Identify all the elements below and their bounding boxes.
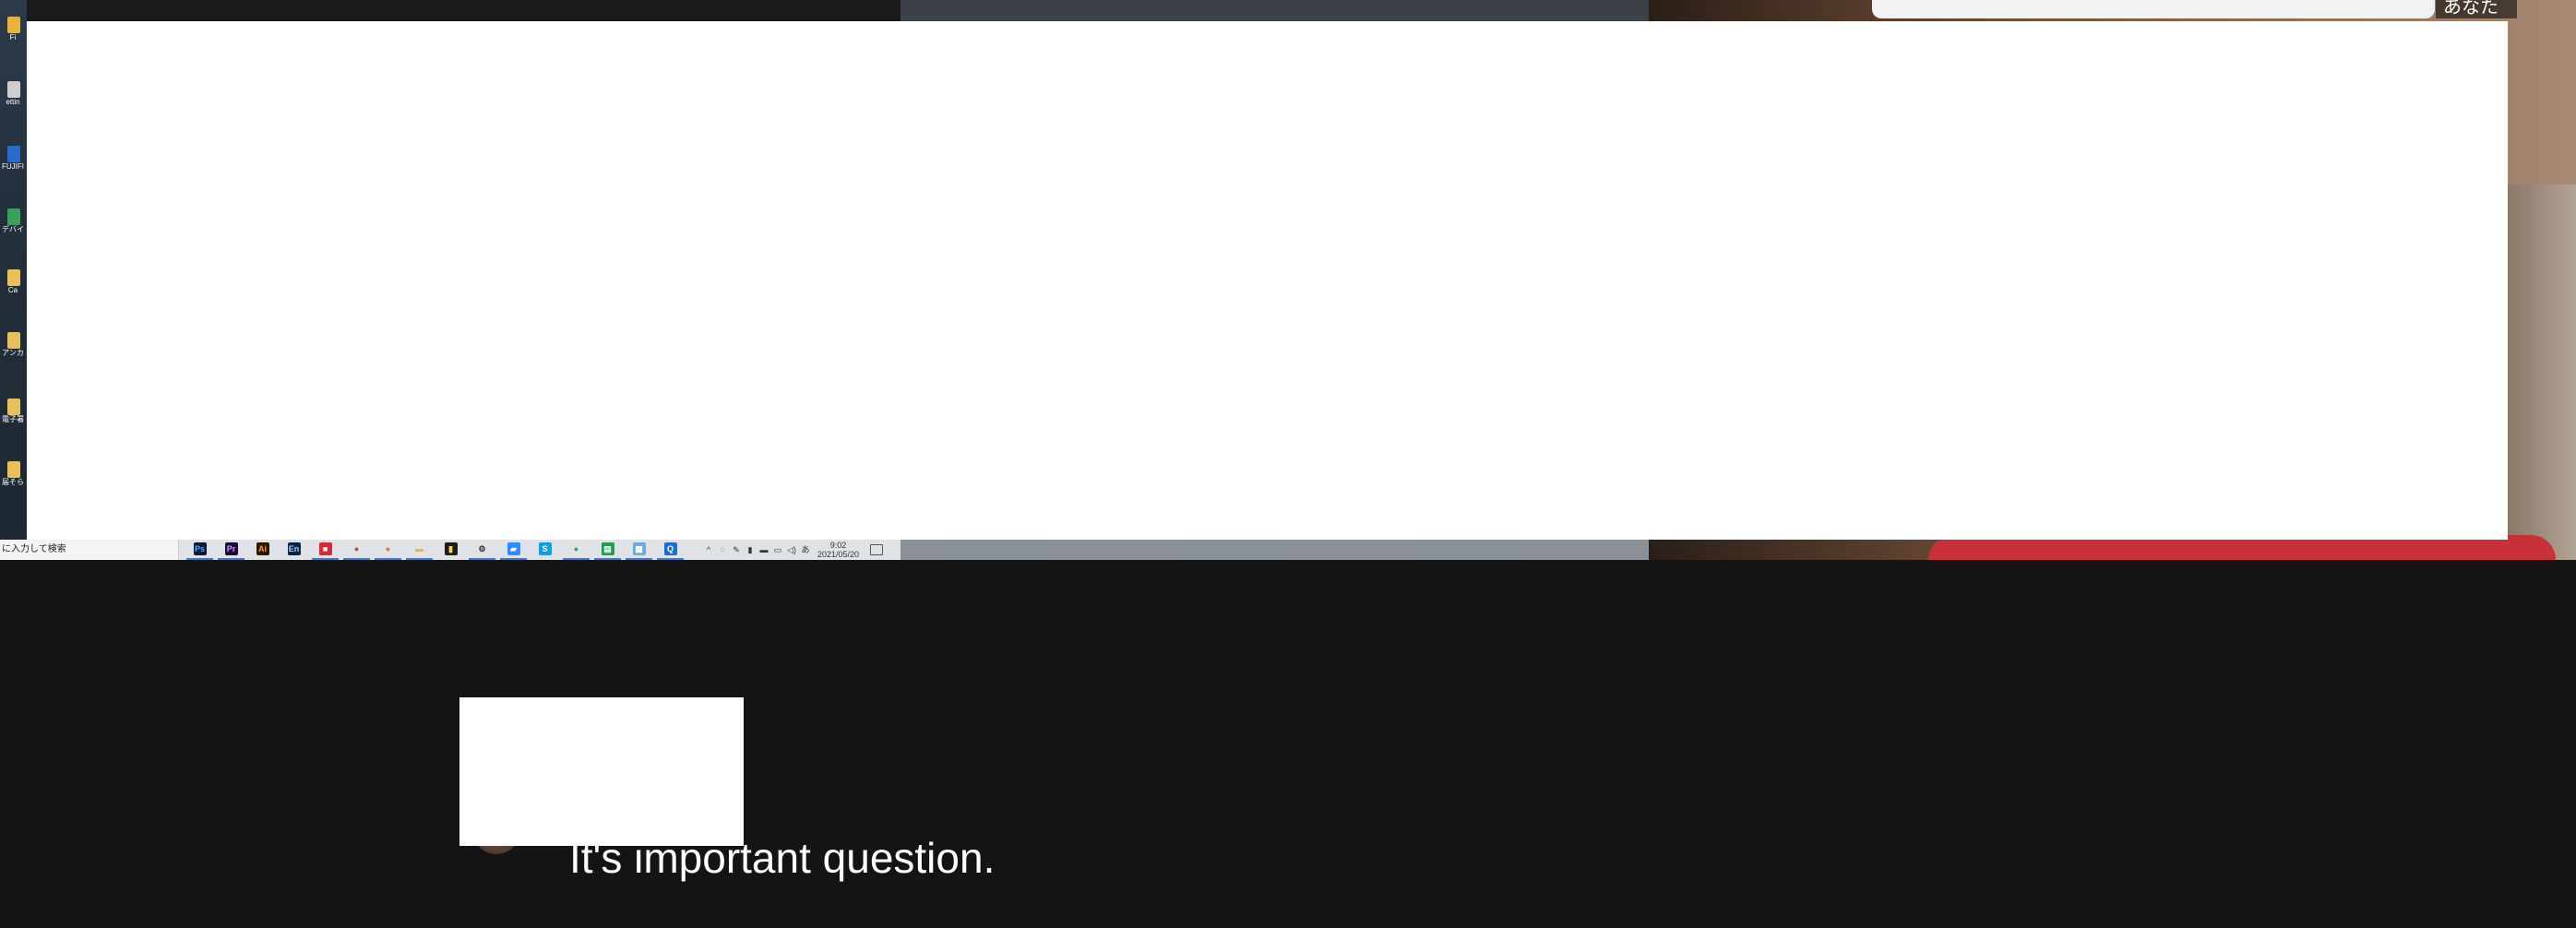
desktop-app-icon-0[interactable]: Fi	[2, 17, 24, 42]
taskbar-firefox-icon[interactable]: ●	[375, 540, 401, 560]
tray-icon[interactable]: ▬	[759, 544, 769, 555]
photoshop-icon: Ps	[193, 542, 207, 555]
redacted-overlay	[27, 21, 2508, 540]
skype-icon: S	[538, 542, 552, 555]
settings-icon	[7, 81, 20, 98]
zoom-icon: ▰	[507, 542, 520, 555]
caption-text: It's important question.	[569, 834, 996, 882]
desktop-icon-column: Fi ettin FUJIFI Album デバイス Ca アンカ電子署名 - ショ届そら	[0, 0, 27, 560]
tray-icon[interactable]: ▭	[773, 544, 782, 555]
taskbar-chrome-icon-2[interactable]: ●	[563, 540, 590, 560]
taskbar-illustrator-icon[interactable]: Ai	[249, 540, 276, 560]
taskbar-encoder-icon[interactable]: En	[280, 540, 307, 560]
folder-icon	[7, 399, 20, 415]
file-explorer-icon: ▬	[412, 542, 426, 555]
encoder-icon: En	[287, 542, 301, 555]
taskbar-photoshop-icon[interactable]: Ps	[186, 540, 213, 560]
gear-icon: ⚙	[475, 542, 489, 555]
desktop-icon-label: Ca	[7, 286, 18, 294]
taskbar-apps: Ps Pr Ai En ■ ● ● ▬ ▮ ⚙ ▰ S ● ▤ ▦ Q	[179, 540, 684, 560]
folder-icon	[7, 269, 20, 286]
windows-taskbar: に入力して検索 Ps Pr Ai En ■ ● ● ▬ ▮ ⚙ ▰ S ● ▤ ▦ Q ^ ◌ ✎ ▮ ▬ ▭ ◁) あ 9…	[0, 540, 900, 560]
taskbar-app-q-icon[interactable]: Q	[657, 540, 684, 560]
taskbar-file-explorer-icon[interactable]: ▬	[406, 540, 433, 560]
chrome-icon: ●	[350, 542, 364, 555]
desktop-icon-label: FUJIFI Album	[2, 162, 24, 171]
desktop-folder-icon-7[interactable]: 届そら	[2, 461, 24, 486]
shortcut-icon	[7, 332, 20, 349]
tray-icon[interactable]: ^	[704, 544, 713, 555]
system-tray: ^ ◌ ✎ ▮ ▬ ▭ ◁) あ	[704, 544, 810, 555]
redacted-box	[459, 697, 744, 846]
sheets-icon: ▤	[601, 542, 614, 555]
taskbar-sheets-icon[interactable]: ▤	[594, 540, 621, 560]
clock-time: 9:02	[829, 541, 847, 550]
device-icon	[7, 208, 20, 225]
taskbar-terminal-icon[interactable]: ▮	[437, 540, 464, 560]
taskbar-premiere-icon[interactable]: Pr	[218, 540, 244, 560]
desktop-icon-label: Fi	[9, 33, 17, 42]
background-door	[2508, 184, 2576, 560]
desktop-icon-label: 電子署名 - ショ	[2, 415, 24, 423]
docs-icon: ▦	[632, 542, 646, 555]
terminal-icon: ▮	[444, 542, 458, 555]
desktop-shortcut-icon-5[interactable]: アンカ	[2, 332, 24, 357]
taskbar-search-input[interactable]: に入力して検索	[0, 540, 179, 560]
taskbar-zoom-icon[interactable]: ▰	[500, 540, 527, 560]
desktop-settings-icon-1[interactable]: ettin	[2, 81, 24, 106]
desktop-folder-icon-4[interactable]: Ca	[2, 269, 24, 294]
tray-icon[interactable]: ✎	[732, 544, 741, 555]
clock-date: 2021/05/20	[817, 550, 860, 559]
top-search-bar[interactable]	[1872, 0, 2435, 18]
illustrator-icon: Ai	[256, 542, 269, 555]
participant-name-tag: あなた	[2436, 0, 2517, 18]
tray-icon[interactable]: ◁)	[787, 544, 796, 555]
desktop-device-icon-3[interactable]: デバイス	[2, 208, 24, 233]
desktop-album-icon-2[interactable]: FUJIFI Album	[2, 146, 24, 171]
album-icon	[7, 146, 20, 162]
tray-icon[interactable]: あ	[801, 544, 810, 555]
taskbar-docs-icon[interactable]: ▦	[626, 540, 652, 560]
taskbar-skype-icon[interactable]: S	[531, 540, 558, 560]
shared-screen: Fi ettin FUJIFI Album デバイス Ca アンカ電子署名 - ショ届そら…	[0, 0, 2576, 560]
tray-icon[interactable]: ◌	[718, 544, 727, 555]
taskbar-clock[interactable]: 9:02 2021/05/20	[817, 541, 859, 559]
tray-icon[interactable]: ▮	[745, 544, 755, 555]
taskbar-gear-icon[interactable]: ⚙	[469, 540, 495, 560]
taskbar-media-icon[interactable]: ■	[312, 540, 339, 560]
firefox-icon: ●	[381, 542, 395, 555]
folder-icon	[7, 461, 20, 478]
media-icon: ■	[318, 542, 332, 555]
notification-icon[interactable]	[870, 544, 884, 555]
app-q-icon: Q	[663, 542, 677, 555]
desktop-icon-label: 届そら	[2, 478, 24, 486]
app-icon	[7, 17, 20, 33]
desktop-icon-label: デバイス	[2, 225, 24, 233]
taskbar-chrome-icon[interactable]: ●	[343, 540, 370, 560]
premiere-icon: Pr	[224, 542, 238, 555]
desktop-icon-label: ettin	[6, 98, 20, 106]
chrome-icon-2: ●	[569, 542, 583, 555]
desktop-folder-icon-6[interactable]: 電子署名 - ショ	[2, 399, 24, 423]
desktop-icon-label: アンカ	[2, 349, 24, 357]
